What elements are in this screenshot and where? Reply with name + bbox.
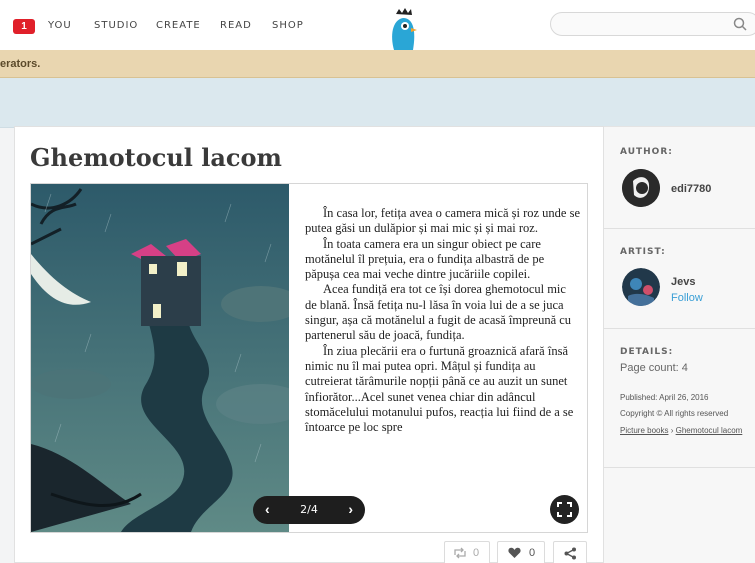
page-navigator: ‹ 2/4 ›: [253, 496, 365, 524]
nav-create[interactable]: CREATE: [156, 20, 201, 31]
book-viewer: În casa lor, fetița avea o camera mică ș…: [30, 183, 588, 533]
nav-read[interactable]: READ: [220, 20, 252, 31]
story-paragraph: În casa lor, fetița avea o camera mică ș…: [305, 206, 581, 236]
share-icon: [564, 547, 577, 563]
next-page-button[interactable]: ›: [348, 501, 353, 517]
bird-logo-icon[interactable]: [386, 6, 420, 50]
breadcrumb-category-link[interactable]: Picture books: [620, 426, 668, 435]
notification-badge[interactable]: 1: [13, 19, 35, 34]
sidebar-divider: [604, 328, 755, 329]
remix-button[interactable]: 0: [444, 541, 490, 563]
heart-icon: [508, 547, 521, 562]
details-label: DETAILS:: [620, 347, 674, 357]
share-button[interactable]: [553, 541, 587, 563]
nav-studio[interactable]: STUDIO: [94, 20, 138, 31]
nav-shop[interactable]: SHOP: [272, 20, 304, 31]
author-avatar[interactable]: [622, 169, 660, 207]
announcement-banner: erators.: [0, 50, 755, 78]
breadcrumb-title-link[interactable]: Ghemotocul lacom: [676, 426, 743, 435]
author-name[interactable]: edi7780: [671, 183, 711, 195]
page-count: Page count: 4: [620, 362, 688, 374]
sidebar-divider: [604, 228, 755, 229]
story-paragraph: În ziua plecării era o furtună groaznică…: [305, 343, 574, 435]
artist-label: ARTIST:: [620, 247, 666, 257]
search-input[interactable]: [550, 12, 755, 36]
fullscreen-icon: [557, 502, 572, 517]
sidebar-divider: [604, 467, 755, 468]
search-icon[interactable]: [733, 17, 747, 36]
nav-you[interactable]: YOU: [48, 20, 72, 31]
hero-strip: [0, 78, 755, 128]
book-illustration: [30, 184, 306, 532]
fullscreen-button[interactable]: [550, 495, 579, 524]
story-text: În casa lor, fetița avea o camera mică ș…: [305, 206, 580, 435]
like-button[interactable]: 0: [497, 541, 545, 563]
author-label: AUTHOR:: [620, 147, 673, 157]
book-title: Ghemotocul lacom: [30, 143, 282, 172]
copyright-text: Copyright © All rights reserved: [620, 409, 729, 418]
breadcrumb: Picture books › Ghemotocul lacom: [620, 426, 743, 435]
published-date: Published: April 26, 2016: [620, 393, 709, 402]
follow-link[interactable]: Follow: [671, 292, 703, 304]
artist-name[interactable]: Jevs: [671, 276, 695, 288]
banner-text: erators.: [0, 58, 41, 70]
story-paragraph: Acea fundiță era tot ce își dorea ghemot…: [305, 282, 572, 343]
story-paragraph: În toata camera era un singur obiect pe …: [305, 236, 545, 282]
top-nav: 1 YOU STUDIO CREATE READ SHOP: [0, 0, 755, 50]
artist-avatar[interactable]: [622, 268, 660, 306]
remix-icon: [453, 547, 467, 562]
